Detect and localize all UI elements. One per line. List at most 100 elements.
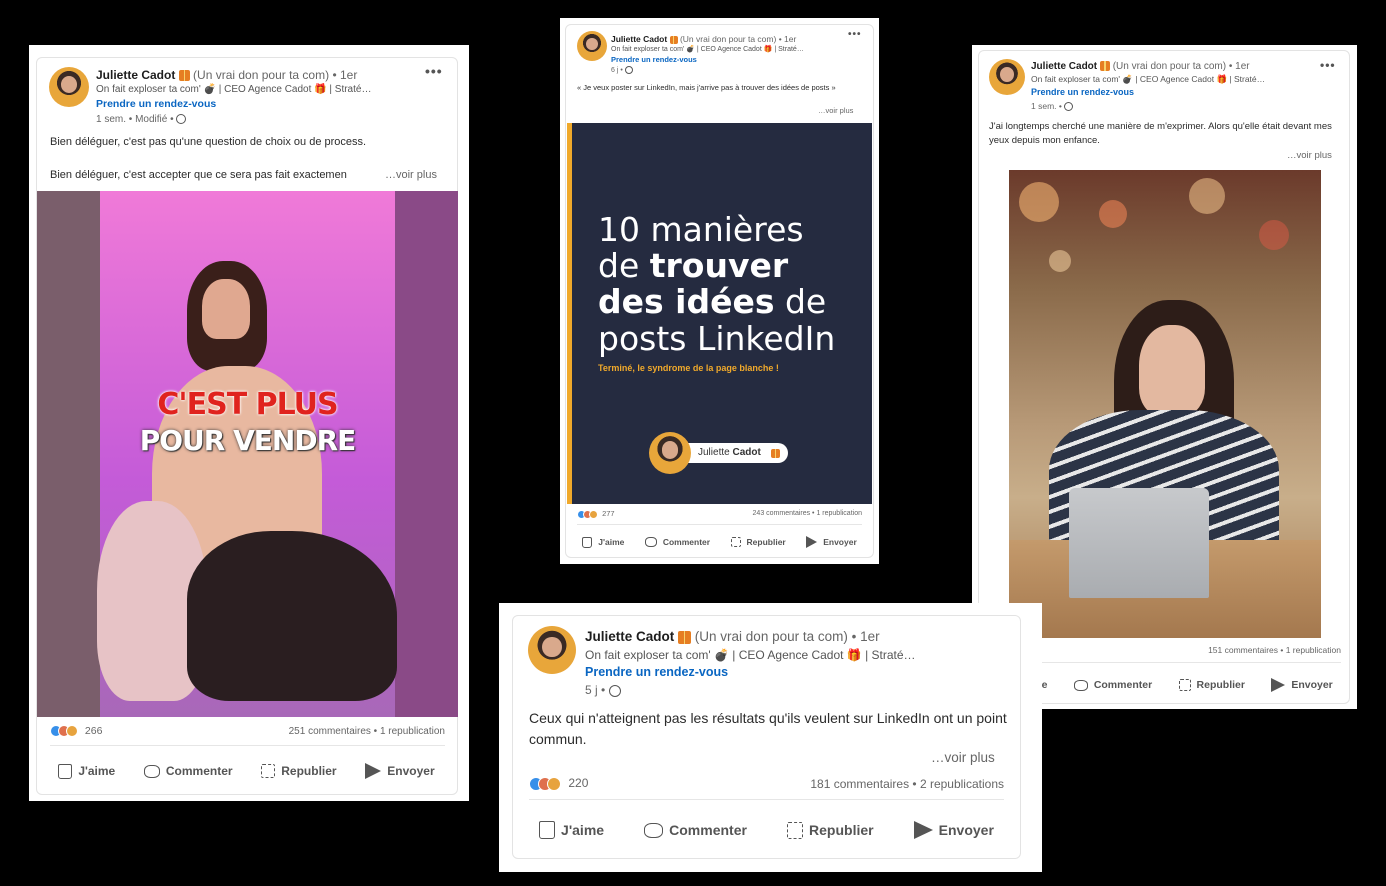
author-tagline: On fait exploser ta com' 💣 | CEO Agence … bbox=[585, 648, 916, 662]
laptop bbox=[1069, 488, 1209, 598]
send-button[interactable]: Envoyer bbox=[1271, 678, 1333, 692]
author-tagline: On fait exploser ta com' 💣 | CEO Agence … bbox=[1031, 74, 1266, 84]
photo-bokeh bbox=[1099, 200, 1127, 228]
insightful-reaction-icon bbox=[547, 776, 561, 791]
comments-reposts-count[interactable]: 243 commentaires • 1 republication bbox=[680, 510, 862, 517]
reactions-summary[interactable]: 220 bbox=[529, 776, 588, 791]
send-button[interactable]: Envoyer bbox=[806, 536, 857, 548]
slide-title-line-1: 10 manières bbox=[598, 210, 804, 249]
post-text: « Je veux poster sur LinkedIn, mais j'ar… bbox=[577, 83, 836, 92]
video-person-legs bbox=[187, 531, 397, 701]
comments-reposts-count[interactable]: 181 commentaires • 2 republications bbox=[749, 777, 1004, 791]
post-video[interactable]: C'EST PLUS POUR VENDRE bbox=[37, 191, 458, 717]
like-button[interactable]: J'aime bbox=[539, 821, 604, 839]
comment-icon bbox=[1073, 679, 1088, 691]
slide-title-line-4: posts LinkedIn bbox=[598, 319, 836, 358]
see-more-link[interactable]: …voir plus bbox=[818, 106, 853, 115]
author-motto: (Un vrai don pour ta com) bbox=[694, 629, 848, 644]
action-bar: J'aime Commenter Republier Envoyer bbox=[572, 532, 867, 552]
action-bar: J'aime Commenter Republier Envoyer bbox=[519, 815, 1014, 845]
author-line[interactable]: Juliette Cadot (Un vrai don pour ta com)… bbox=[96, 68, 357, 82]
post-time: 1 sem. • Modifié • bbox=[96, 114, 187, 125]
send-icon bbox=[1271, 678, 1286, 692]
post-card-2: Juliette Cadot (Un vrai don pour ta com)… bbox=[560, 18, 879, 564]
like-button[interactable]: J'aime bbox=[582, 536, 624, 548]
comment-button[interactable]: Commenter bbox=[1073, 679, 1152, 691]
globe-icon bbox=[608, 684, 621, 697]
author-line[interactable]: Juliette Cadot (Un vrai don pour ta com)… bbox=[611, 34, 796, 44]
book-meeting-link[interactable]: Prendre un rendez-vous bbox=[611, 55, 697, 64]
thumbs-up-icon bbox=[582, 536, 593, 548]
repost-icon bbox=[1178, 679, 1191, 691]
post-text-line-2: Bien déléguer, c'est accepter que ce ser… bbox=[50, 169, 347, 181]
slide-title-line-2: de trouver bbox=[598, 246, 789, 285]
video-caption-bottom: POUR VENDRE bbox=[139, 424, 357, 457]
see-more-link[interactable]: …voir plus bbox=[1287, 150, 1332, 161]
send-icon bbox=[806, 536, 818, 548]
book-meeting-link[interactable]: Prendre un rendez-vous bbox=[96, 98, 216, 110]
gift-icon bbox=[678, 630, 692, 644]
author-name[interactable]: Juliette Cadot bbox=[1031, 61, 1097, 72]
avatar[interactable] bbox=[577, 31, 607, 61]
send-button[interactable]: Envoyer bbox=[365, 763, 435, 779]
reactions-count: 266 bbox=[84, 725, 103, 737]
reactions-summary[interactable]: 266 bbox=[50, 725, 103, 738]
photo-bokeh bbox=[1259, 220, 1289, 250]
photo-bokeh bbox=[1019, 182, 1059, 222]
avatar[interactable] bbox=[49, 67, 89, 107]
comment-button[interactable]: Commenter bbox=[644, 537, 710, 547]
slide-author-avatar bbox=[649, 432, 691, 474]
author-tagline: On fait exploser ta com' 💣 | CEO Agence … bbox=[96, 84, 372, 95]
post-time-text: 5 j • bbox=[585, 683, 606, 697]
repost-button[interactable]: Republier bbox=[730, 537, 786, 547]
insightful-reaction-icon bbox=[589, 509, 598, 519]
more-options-icon[interactable]: ••• bbox=[1320, 58, 1336, 72]
divider bbox=[529, 799, 1004, 800]
reactions-summary[interactable]: 277 bbox=[577, 509, 615, 519]
post-photo[interactable] bbox=[1009, 170, 1321, 638]
repost-icon bbox=[730, 537, 741, 547]
repost-button[interactable]: Republier bbox=[787, 821, 874, 839]
author-motto: (Un vrai don pour ta com) bbox=[193, 68, 330, 82]
repost-icon bbox=[787, 821, 804, 839]
author-line[interactable]: Juliette Cadot (Un vrai don pour ta com)… bbox=[1031, 61, 1250, 72]
author-motto: (Un vrai don pour ta com) bbox=[1112, 61, 1227, 72]
post-time: 1 sem. • bbox=[1031, 101, 1074, 112]
gift-icon bbox=[178, 70, 190, 82]
repost-button[interactable]: Republier bbox=[1178, 679, 1245, 691]
comment-button[interactable]: Commenter bbox=[143, 764, 233, 778]
avatar[interactable] bbox=[989, 59, 1025, 95]
send-icon bbox=[913, 821, 933, 839]
more-options-icon[interactable]: ••• bbox=[848, 29, 862, 40]
carousel-slide[interactable]: 10 manières de trouver des idées de post… bbox=[567, 123, 872, 504]
slide-subtitle: Terminé, le syndrome de la page blanche … bbox=[598, 363, 779, 373]
author-name[interactable]: Juliette Cadot bbox=[96, 68, 175, 82]
divider bbox=[50, 745, 445, 746]
comments-reposts-count[interactable]: 151 commentaires • 1 republication bbox=[1122, 645, 1341, 655]
post-time-text: 6 j • bbox=[611, 66, 623, 74]
connection-degree: • 1er bbox=[1228, 61, 1250, 72]
author-line[interactable]: Juliette Cadot (Un vrai don pour ta com)… bbox=[585, 629, 880, 644]
book-meeting-link[interactable]: Prendre un rendez-vous bbox=[1031, 87, 1134, 97]
photo-person-face bbox=[1139, 325, 1205, 415]
author-name[interactable]: Juliette Cadot bbox=[611, 34, 667, 44]
repost-button[interactable]: Republier bbox=[261, 764, 337, 778]
comments-reposts-count[interactable]: 251 commentaires • 1 republication bbox=[229, 726, 445, 737]
see-more-link[interactable]: …voir plus bbox=[385, 169, 437, 181]
see-more-link[interactable]: …voir plus bbox=[931, 750, 995, 765]
more-options-icon[interactable]: ••• bbox=[425, 63, 443, 79]
comment-button[interactable]: Commenter bbox=[644, 822, 747, 838]
thumbs-up-icon bbox=[58, 763, 73, 779]
insightful-reaction-icon bbox=[66, 725, 78, 738]
repost-icon bbox=[261, 764, 276, 778]
avatar[interactable] bbox=[528, 626, 576, 674]
send-button[interactable]: Envoyer bbox=[913, 821, 994, 839]
post-card-1: Juliette Cadot (Un vrai don pour ta com)… bbox=[29, 45, 469, 801]
action-bar: J'aime Commenter Republier Envoyer bbox=[44, 757, 449, 785]
author-name[interactable]: Juliette Cadot bbox=[585, 629, 674, 644]
post-text-line-1: Bien déléguer, c'est pas qu'une question… bbox=[50, 136, 367, 148]
like-button[interactable]: J'aime bbox=[58, 763, 115, 779]
video-caption-top: C'EST PLUS bbox=[157, 387, 338, 422]
reactions-count: 220 bbox=[568, 776, 589, 790]
book-meeting-link[interactable]: Prendre un rendez-vous bbox=[585, 665, 728, 679]
